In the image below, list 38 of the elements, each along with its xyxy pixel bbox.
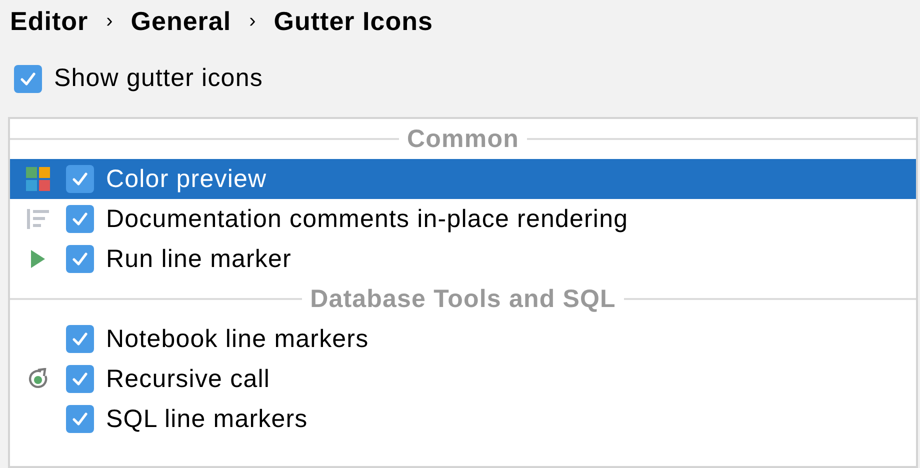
check-icon [71,370,89,388]
list-row[interactable]: Notebook line markers [10,319,916,359]
checkbox[interactable] [66,405,94,433]
check-icon [71,330,89,348]
list-row[interactable]: Documentation comments in-place rendering [10,199,916,239]
lines-icon [27,209,49,229]
recursive-icon [27,368,49,390]
list-row[interactable]: Color preview [10,159,916,199]
check-icon [71,210,89,228]
checkbox[interactable] [66,205,94,233]
option-label: Run line marker [106,246,292,272]
breadcrumb-separator: › [106,11,113,31]
group-title: Database Tools and SQL [309,286,617,312]
check-icon [19,70,37,88]
option-label: Documentation comments in-place rendering [106,206,628,232]
breadcrumb-item[interactable]: Editor [10,8,88,34]
list-row[interactable]: Recursive call [10,359,916,399]
checkbox[interactable] [14,64,42,92]
list-row[interactable]: Run line marker [10,239,916,279]
group-title: Common [406,126,520,152]
check-icon [71,250,89,268]
checkbox[interactable] [66,165,94,193]
breadcrumb-separator: › [249,11,256,31]
option-label: Notebook line markers [106,326,369,352]
play-icon [31,250,45,268]
option-label: SQL line markers [106,406,308,432]
breadcrumb-item[interactable]: General [130,8,232,34]
check-icon [71,410,89,428]
option-label: Color preview [106,166,267,192]
check-icon [71,170,89,188]
checkbox[interactable] [66,325,94,353]
color-grid-icon [26,167,50,191]
list-row[interactable]: SQL line markers [10,399,916,439]
checkbox[interactable] [66,365,94,393]
checkbox[interactable] [66,245,94,273]
breadcrumb-item[interactable]: Gutter Icons [274,8,433,34]
option-label: Recursive call [106,366,270,392]
checkbox-label: Show gutter icons [54,66,263,91]
